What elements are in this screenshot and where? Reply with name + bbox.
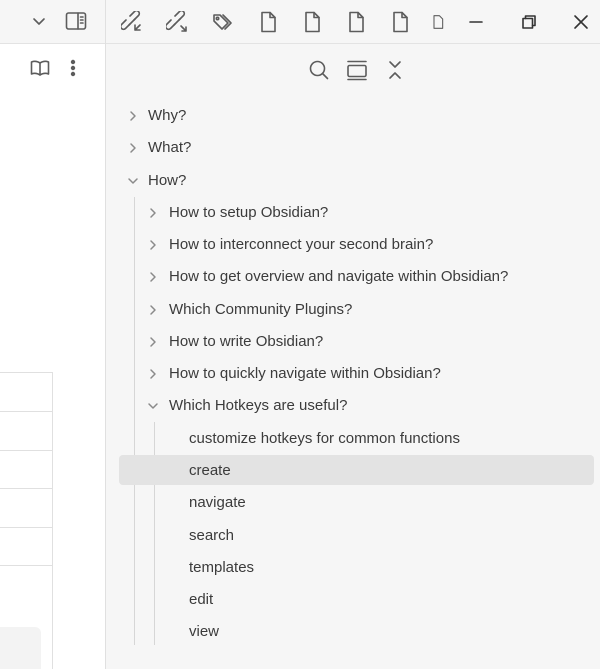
code-block-fragment [0, 627, 41, 669]
restore-icon[interactable] [517, 10, 541, 34]
outline-item[interactable]: What? [119, 132, 594, 162]
outline-item[interactable]: How to quickly navigate within Obsidian? [139, 358, 594, 388]
outline-item[interactable]: How? [119, 165, 594, 195]
chevron-right-icon[interactable] [147, 335, 159, 347]
outline-item-label: search [189, 526, 235, 544]
file-icon[interactable] [300, 10, 324, 34]
outline-item[interactable]: search [159, 520, 594, 550]
chevron-right-icon[interactable] [147, 303, 159, 315]
chevron-down-icon[interactable] [127, 174, 139, 186]
link-incoming-icon[interactable] [120, 10, 144, 34]
outline-item-label: What? [148, 138, 192, 156]
outline-item[interactable]: How to interconnect your second brain? [139, 229, 594, 259]
outline-item[interactable]: How to setup Obsidian? [139, 197, 594, 227]
outline-item[interactable]: edit [159, 584, 594, 614]
outline-item[interactable]: customize hotkeys for common functions [159, 423, 594, 453]
outline-item[interactable]: How to write Obsidian? [139, 326, 594, 356]
chevron-down-icon[interactable] [147, 399, 159, 411]
sidebar-toggle-icon[interactable] [64, 9, 88, 33]
sidebar-tab-bar [106, 0, 600, 44]
outline-item[interactable]: navigate [159, 487, 594, 517]
outline-item-label: view [189, 622, 220, 640]
outline-item[interactable]: How to get overview and navigate within … [139, 261, 594, 291]
chevron-right-icon[interactable] [127, 109, 139, 121]
outline-item[interactable]: templates [159, 552, 594, 582]
outline-item-label: Which Hotkeys are useful? [169, 396, 348, 414]
tree-indent-guide [134, 197, 135, 645]
outline-item-label: How to interconnect your second brain? [169, 235, 434, 253]
chevron-right-icon[interactable] [127, 141, 139, 153]
outline-item-label: create [189, 461, 231, 479]
file-icon[interactable] [344, 10, 368, 34]
outline-item-label: How to quickly navigate within Obsidian? [169, 364, 441, 382]
file-icon[interactable] [388, 10, 412, 34]
editor-toolbar [0, 0, 105, 44]
outline-item-label: How to get overview and navigate within … [169, 267, 509, 285]
collapse-all-icon[interactable] [384, 58, 406, 82]
link-outgoing-icon[interactable] [165, 10, 189, 34]
editor-pane [0, 0, 106, 669]
outline-item[interactable]: Which Community Plugins? [139, 294, 594, 324]
outline-item-label: How? [148, 171, 187, 189]
search-icon[interactable] [307, 58, 331, 82]
outline-item[interactable]: Why? [119, 100, 594, 130]
collapse-panel-icon[interactable] [345, 58, 369, 82]
file-icon[interactable] [256, 10, 280, 34]
outline-item-label: customize hotkeys for common functions [189, 429, 460, 447]
more-vertical-icon[interactable] [63, 56, 83, 80]
outline-item-label: edit [189, 590, 214, 608]
book-icon[interactable] [28, 56, 52, 80]
outline-item-label: navigate [189, 493, 246, 511]
chevron-right-icon[interactable] [147, 367, 159, 379]
tags-icon[interactable] [211, 10, 235, 34]
outline-item-label: templates [189, 558, 255, 576]
outline-item-label: Why? [148, 106, 187, 124]
table-fragment [0, 372, 53, 669]
minimize-icon[interactable] [464, 10, 488, 34]
chevron-right-icon[interactable] [147, 270, 159, 282]
close-icon[interactable] [569, 10, 593, 34]
outline-item-label: How to setup Obsidian? [169, 203, 329, 221]
chevron-down-icon[interactable] [28, 10, 50, 32]
outline-item-active[interactable]: create [159, 455, 594, 485]
chevron-right-icon[interactable] [147, 206, 159, 218]
outline-item[interactable]: view [159, 616, 594, 646]
outline-item[interactable]: Which Hotkeys are useful? [139, 390, 594, 420]
file-icon[interactable] [432, 10, 444, 34]
outline-item-label: How to write Obsidian? [169, 332, 324, 350]
chevron-right-icon[interactable] [147, 238, 159, 250]
outline-item-label: Which Community Plugins? [169, 300, 353, 318]
